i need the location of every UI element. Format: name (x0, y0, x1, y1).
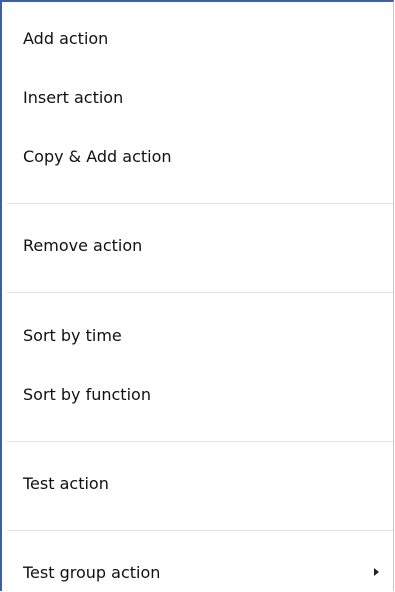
menu-item-label: Sort by time (23, 325, 122, 345)
menu-separator (7, 292, 393, 293)
menu-item-label: Sort by function (23, 384, 151, 404)
menu-item-label: Remove action (23, 235, 143, 255)
menu-item-sort-by-function[interactable]: Sort by function (2, 374, 393, 414)
menu-item-add-action[interactable]: Add action (2, 18, 393, 58)
context-menu: Add action Insert action Copy & Add acti… (0, 0, 394, 591)
submenu-arrow-icon (374, 568, 379, 576)
menu-item-test-group-action[interactable]: Test group action (2, 552, 393, 592)
menu-item-remove-action[interactable]: Remove action (2, 225, 393, 265)
menu-item-label: Insert action (23, 87, 124, 107)
menu-item-label: Test action (23, 473, 109, 493)
menu-item-insert-action[interactable]: Insert action (2, 77, 393, 117)
menu-item-copy-add-action[interactable]: Copy & Add action (2, 136, 393, 176)
menu-separator (7, 441, 393, 442)
menu-item-label: Test group action (23, 562, 161, 582)
menu-item-label: Add action (23, 28, 109, 48)
menu-item-label: Copy & Add action (23, 146, 172, 166)
menu-item-test-action[interactable]: Test action (2, 463, 393, 503)
menu-item-sort-by-time[interactable]: Sort by time (2, 315, 393, 355)
menu-separator (7, 530, 393, 531)
menu-separator (7, 203, 393, 204)
